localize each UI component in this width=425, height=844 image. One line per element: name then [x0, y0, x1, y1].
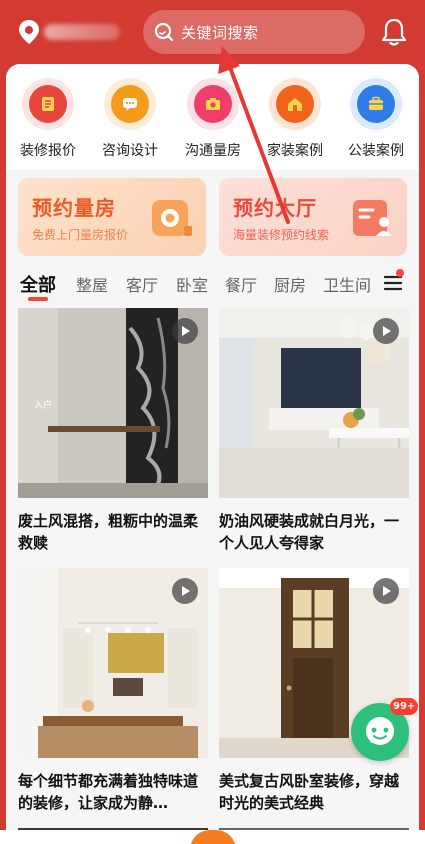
- tab-whole-house[interactable]: 整屋: [76, 272, 108, 296]
- feed-card[interactable]: 每个细节都充满着独特味道的装修，让家成为静…: [18, 568, 208, 818]
- booking-hall-banner[interactable]: 预约大厅 海量装修预约线索: [219, 178, 407, 256]
- feed-card[interactable]: 奶油风硬装成就白月光，一个人见人夸得家: [219, 308, 409, 558]
- feed-image-cream-style: [219, 308, 409, 498]
- chat-bubble-icon: [366, 717, 394, 745]
- active-tab-indicator: [28, 297, 48, 301]
- tab-living-room[interactable]: 客厅: [126, 272, 158, 296]
- tab-bedroom[interactable]: 卧室: [176, 272, 208, 296]
- video-play-icon[interactable]: [172, 318, 198, 344]
- tab-dining-room[interactable]: 餐厅: [225, 272, 257, 296]
- search-icon: [154, 22, 174, 42]
- feed-card[interactable]: 入户 废土风混搭，粗粝中的温柔救赎: [18, 308, 208, 558]
- banner-title: 预约量房: [32, 196, 116, 220]
- quick-action-measure[interactable]: 沟通量房: [171, 78, 255, 160]
- tape-measure-icon: [152, 200, 192, 236]
- banner-title: 预约大厅: [233, 196, 317, 220]
- image-text: 入户: [34, 401, 53, 411]
- city-name-blurred[interactable]: [44, 24, 120, 40]
- quick-action-home-cases[interactable]: 家装案例: [253, 78, 337, 160]
- video-play-icon[interactable]: [172, 578, 198, 604]
- quick-action-label: 咨询设计: [102, 143, 158, 159]
- top-bar: 关键词搜索: [0, 0, 425, 64]
- video-play-icon[interactable]: [373, 318, 399, 344]
- feed-card[interactable]: 美式复古风卧室装修，穿越时光的美式经典: [219, 568, 409, 818]
- video-play-icon[interactable]: [373, 578, 399, 604]
- tab-kitchen[interactable]: 厨房: [274, 272, 306, 296]
- search-bar[interactable]: 关键词搜索: [143, 10, 365, 54]
- home-icon: [288, 98, 302, 111]
- quick-action-quote[interactable]: 装修报价: [6, 78, 90, 160]
- tab-all[interactable]: 全部: [20, 271, 56, 297]
- category-tabs: 全部 整屋 客厅 卧室 餐厅 厨房 卫生间: [6, 264, 419, 304]
- notification-dot: [396, 269, 404, 277]
- book-measure-banner[interactable]: 预约量房 免费上门量房报价: [18, 178, 206, 256]
- feed-image-dining: [18, 568, 208, 758]
- banner-subtitle: 免费上门量房报价: [32, 228, 129, 242]
- feed-card-title: 废土风混搭，粗粝中的温柔救赎: [18, 512, 199, 552]
- search-placeholder: 关键词搜索: [181, 23, 259, 42]
- booking-list-icon: [353, 200, 392, 236]
- feed-image-entryway: 入户: [18, 308, 208, 498]
- quick-action-design[interactable]: 咨询设计: [88, 78, 172, 160]
- quote-icon: [42, 97, 54, 111]
- unread-badge: 99+: [390, 698, 419, 715]
- banner-subtitle: 海量装修预约线索: [233, 228, 330, 242]
- quick-action-label: 装修报价: [20, 143, 76, 159]
- feed-card-title: 奶油风硬装成就白月光，一个人见人夸得家: [219, 512, 400, 552]
- location-pin-icon[interactable]: [18, 19, 40, 45]
- feed-card-title: 美式复古风卧室装修，穿越时光的美式经典: [219, 772, 400, 812]
- quick-action-office-cases[interactable]: 公装案例: [334, 78, 418, 160]
- quick-actions: 装修报价 咨询设计 沟通量房 家装案例 公装案例: [6, 64, 419, 170]
- tab-bathroom[interactable]: 卫生间: [323, 272, 371, 296]
- quick-action-label: 公装案例: [348, 143, 404, 159]
- quick-action-label: 沟通量房: [185, 143, 241, 159]
- bell-icon[interactable]: [380, 17, 408, 47]
- briefcase-icon: [369, 96, 383, 110]
- feed-card-title: 每个细节都充满着独特味道的装修，让家成为静…: [18, 772, 199, 812]
- camera-icon: [206, 98, 220, 110]
- quick-action-label: 家装案例: [267, 143, 323, 159]
- chat-icon: [123, 98, 137, 111]
